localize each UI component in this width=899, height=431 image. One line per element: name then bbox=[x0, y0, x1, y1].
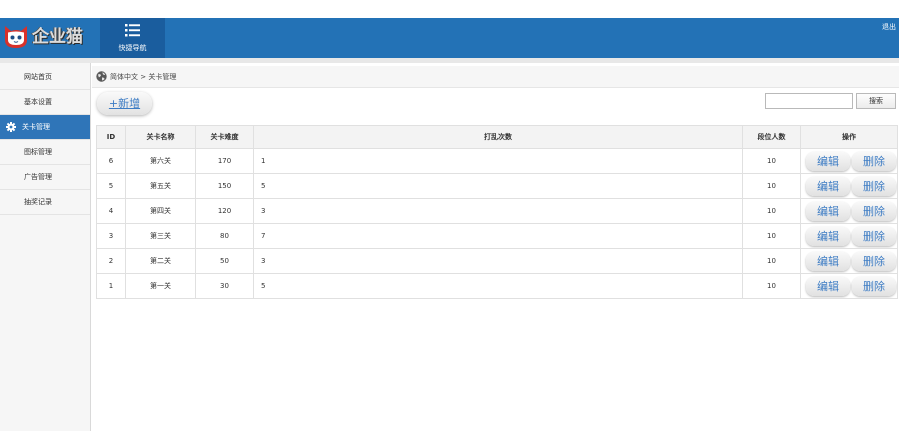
top-header: 企业猫 快捷导航 退出 bbox=[0, 18, 899, 58]
search-button[interactable]: 搜索 bbox=[856, 93, 896, 109]
search-input[interactable] bbox=[765, 93, 853, 109]
cell-actions: 编辑 删除 bbox=[800, 248, 898, 274]
column-header-id: ID bbox=[96, 125, 126, 149]
list-icon bbox=[125, 24, 140, 37]
cell-id: 6 bbox=[96, 148, 126, 174]
cell-shuffle-count: 5 bbox=[253, 273, 743, 299]
cell-level-name: 第一关 bbox=[125, 273, 196, 299]
cell-level-name: 第三关 bbox=[125, 223, 196, 249]
cell-id: 5 bbox=[96, 173, 126, 199]
cell-level-name: 第四关 bbox=[125, 198, 196, 224]
breadcrumb: 简体中文 > 关卡管理 bbox=[92, 66, 899, 88]
sidebar-item-label: 抽奖记录 bbox=[24, 198, 52, 206]
cell-id: 2 bbox=[96, 248, 126, 274]
column-header-level-name: 关卡名称 bbox=[125, 125, 196, 149]
edit-button[interactable]: 编辑 bbox=[806, 176, 850, 196]
sidebar-item-basic-settings[interactable]: 基本设置 bbox=[0, 90, 90, 115]
gear-icon bbox=[6, 122, 16, 132]
table-row: 3 第三关 80 7 10 编辑 删除 bbox=[96, 223, 898, 249]
cell-difficulty: 50 bbox=[195, 248, 254, 274]
cell-level-name: 第五关 bbox=[125, 173, 196, 199]
cell-actions: 编辑 删除 bbox=[800, 198, 898, 224]
cell-shuffle-count: 5 bbox=[253, 173, 743, 199]
cat-logo-icon bbox=[5, 26, 27, 48]
cell-actions: 编辑 删除 bbox=[800, 223, 898, 249]
sidebar-item-label: 关卡管理 bbox=[22, 123, 50, 131]
delete-button[interactable]: 删除 bbox=[852, 226, 896, 246]
cell-rank-count: 10 bbox=[742, 173, 801, 199]
sidebar-item-label: 基本设置 bbox=[24, 98, 52, 106]
edit-button[interactable]: 编辑 bbox=[806, 226, 850, 246]
cell-actions: 编辑 删除 bbox=[800, 173, 898, 199]
sidebar-item-lottery-records[interactable]: 抽奖记录 bbox=[0, 190, 90, 215]
edit-button[interactable]: 编辑 bbox=[806, 251, 850, 271]
table-row: 5 第五关 150 5 10 编辑 删除 bbox=[96, 173, 898, 199]
quick-nav-button[interactable]: 快捷导航 bbox=[100, 18, 165, 58]
table-row: 1 第一关 30 5 10 编辑 删除 bbox=[96, 273, 898, 299]
sidebar-item-ad-management[interactable]: 广告管理 bbox=[0, 165, 90, 190]
cell-rank-count: 10 bbox=[742, 198, 801, 224]
cell-difficulty: 120 bbox=[195, 198, 254, 224]
sidebar-item-level-management[interactable]: 关卡管理 bbox=[0, 115, 90, 140]
sidebar-item-icon-management[interactable]: 图标管理 bbox=[0, 140, 90, 165]
sidebar-item-label: 网站首页 bbox=[24, 73, 52, 81]
logo[interactable]: 企业猫 bbox=[0, 18, 92, 58]
cell-shuffle-count: 1 bbox=[253, 148, 743, 174]
cell-rank-count: 10 bbox=[742, 273, 801, 299]
level-table: ID 关卡名称 关卡难度 打乱次数 段位人数 操作 6 第六关 170 1 10… bbox=[96, 125, 898, 299]
column-header-rank-count: 段位人数 bbox=[742, 125, 801, 149]
sidebar-item-label: 图标管理 bbox=[24, 148, 52, 156]
cell-rank-count: 10 bbox=[742, 148, 801, 174]
cell-id: 4 bbox=[96, 198, 126, 224]
table-row: 6 第六关 170 1 10 编辑 删除 bbox=[96, 148, 898, 174]
cell-actions: 编辑 删除 bbox=[800, 273, 898, 299]
cell-difficulty: 150 bbox=[195, 173, 254, 199]
column-header-actions: 操作 bbox=[800, 125, 898, 149]
cell-shuffle-count: 7 bbox=[253, 223, 743, 249]
add-level-button[interactable]: +新增 bbox=[97, 92, 152, 115]
cell-rank-count: 10 bbox=[742, 248, 801, 274]
logo-text: 企业猫 bbox=[32, 27, 83, 47]
cell-shuffle-count: 3 bbox=[253, 248, 743, 274]
logout-link[interactable]: 退出 bbox=[882, 23, 896, 32]
sidebar-item-home[interactable]: 网站首页 bbox=[0, 65, 90, 90]
delete-button[interactable]: 删除 bbox=[852, 251, 896, 271]
globe-icon bbox=[96, 71, 107, 82]
column-header-shuffle-count: 打乱次数 bbox=[253, 125, 743, 149]
sidebar-item-label: 广告管理 bbox=[24, 173, 52, 181]
quick-nav-label: 快捷导航 bbox=[118, 44, 147, 52]
cell-id: 1 bbox=[96, 273, 126, 299]
header-divider bbox=[0, 58, 899, 63]
table-row: 2 第二关 50 3 10 编辑 删除 bbox=[96, 248, 898, 274]
cell-rank-count: 10 bbox=[742, 223, 801, 249]
breadcrumb-text[interactable]: 简体中文 > 关卡管理 bbox=[110, 66, 176, 88]
cell-level-name: 第六关 bbox=[125, 148, 196, 174]
sidebar: 网站首页 基本设置 关卡管理 图标管理 广告管理 抽奖记录 bbox=[0, 63, 91, 431]
edit-button[interactable]: 编辑 bbox=[806, 276, 850, 296]
delete-button[interactable]: 删除 bbox=[852, 201, 896, 221]
table-header-row: ID 关卡名称 关卡难度 打乱次数 段位人数 操作 bbox=[96, 125, 898, 149]
table-row: 4 第四关 120 3 10 编辑 删除 bbox=[96, 198, 898, 224]
cell-difficulty: 170 bbox=[195, 148, 254, 174]
delete-button[interactable]: 删除 bbox=[852, 276, 896, 296]
cell-shuffle-count: 3 bbox=[253, 198, 743, 224]
cell-difficulty: 30 bbox=[195, 273, 254, 299]
cell-id: 3 bbox=[96, 223, 126, 249]
cell-level-name: 第二关 bbox=[125, 248, 196, 274]
cell-actions: 编辑 删除 bbox=[800, 148, 898, 174]
delete-button[interactable]: 删除 bbox=[852, 151, 896, 171]
edit-button[interactable]: 编辑 bbox=[806, 201, 850, 221]
cell-difficulty: 80 bbox=[195, 223, 254, 249]
edit-button[interactable]: 编辑 bbox=[806, 151, 850, 171]
column-header-difficulty: 关卡难度 bbox=[195, 125, 254, 149]
delete-button[interactable]: 删除 bbox=[852, 176, 896, 196]
